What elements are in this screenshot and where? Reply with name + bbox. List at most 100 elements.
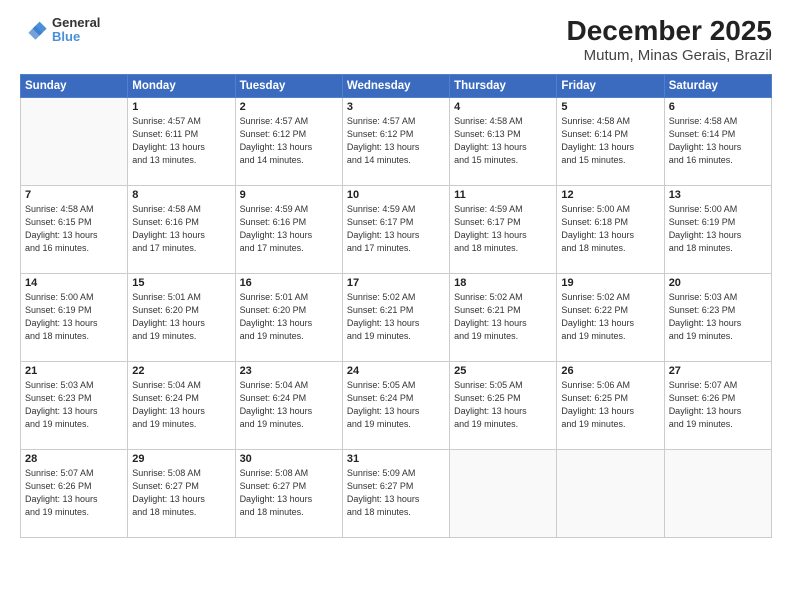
calendar-cell: 23 Sunrise: 5:04 AM Sunset: 6:24 PM Dayli… [235,361,342,449]
calendar-cell: 6Sunrise: 4:58 AM Sunset: 6:14 PM Daylig… [664,97,771,185]
logo-text: General Blue [52,16,100,45]
day-number: 15 [132,277,230,289]
logo-icon [20,16,48,44]
calendar-cell: 24 Sunrise: 5:05 AM Sunset: 6:24 PM Dayli… [342,361,449,449]
day-number: 16 [240,277,338,289]
week-row-3: 14Sunrise: 5:00 AM Sunset: 6:19 PM Dayli… [21,273,772,361]
cell-content: Sunrise: 5:03 AM Sunset: 6:23 PM Dayligh… [25,379,123,431]
calendar-cell: 3 Sunrise: 4:57 AM Sunset: 6:12 PM Daylig… [342,97,449,185]
weekday-header-row: SundayMondayTuesdayWednesdayThursdayFrid… [21,74,772,97]
cell-content: Sunrise: 4:57 AM Sunset: 6:12 PM Dayligh… [240,115,338,167]
weekday-header-sunday: Sunday [21,74,128,97]
cell-content: Sunrise: 5:07 AM Sunset: 6:26 PM Dayligh… [25,467,123,519]
cell-content: Sunrise: 5:04 AM Sunset: 6:24 PM Dayligh… [240,379,338,431]
calendar-cell: 11 Sunrise: 4:59 AM Sunset: 6:17 PM Dayli… [450,185,557,273]
calendar-cell: 28 Sunrise: 5:07 AM Sunset: 6:26 PM Dayli… [21,449,128,537]
day-number: 29 [132,453,230,465]
day-number: 21 [25,365,123,377]
cell-content: Sunrise: 4:58 AM Sunset: 6:14 PM Dayligh… [669,115,767,167]
weekday-header-friday: Friday [557,74,664,97]
calendar-cell: 22 Sunrise: 5:04 AM Sunset: 6:24 PM Dayli… [128,361,235,449]
day-number: 20 [669,277,767,289]
day-number: 23 [240,365,338,377]
calendar-cell [664,449,771,537]
day-number: 31 [347,453,445,465]
weekday-header-tuesday: Tuesday [235,74,342,97]
weekday-header-monday: Monday [128,74,235,97]
day-number: 22 [132,365,230,377]
calendar-cell: 17 Sunrise: 5:02 AM Sunset: 6:21 PM Dayli… [342,273,449,361]
calendar-cell: 26Sunrise: 5:06 AM Sunset: 6:25 PM Dayli… [557,361,664,449]
day-number: 1 [132,101,230,113]
calendar-cell: 15 Sunrise: 5:01 AM Sunset: 6:20 PM Dayli… [128,273,235,361]
calendar-cell: 9 Sunrise: 4:59 AM Sunset: 6:16 PM Daylig… [235,185,342,273]
calendar-cell: 25 Sunrise: 5:05 AM Sunset: 6:25 PM Dayli… [450,361,557,449]
cell-content: Sunrise: 4:58 AM Sunset: 6:14 PM Dayligh… [561,115,659,167]
cell-content: Sunrise: 5:05 AM Sunset: 6:24 PM Dayligh… [347,379,445,431]
cell-content: Sunrise: 5:02 AM Sunset: 6:21 PM Dayligh… [454,291,552,343]
calendar-cell: 4Sunrise: 4:58 AM Sunset: 6:13 PM Daylig… [450,97,557,185]
day-number: 27 [669,365,767,377]
day-number: 24 [347,365,445,377]
calendar-cell: 1 Sunrise: 4:57 AM Sunset: 6:11 PM Daylig… [128,97,235,185]
calendar-cell: 14Sunrise: 5:00 AM Sunset: 6:19 PM Dayli… [21,273,128,361]
calendar-cell [557,449,664,537]
calendar-cell: 10 Sunrise: 4:59 AM Sunset: 6:17 PM Dayli… [342,185,449,273]
cell-content: Sunrise: 4:57 AM Sunset: 6:12 PM Dayligh… [347,115,445,167]
cell-content: Sunrise: 4:59 AM Sunset: 6:17 PM Dayligh… [347,203,445,255]
weekday-header-thursday: Thursday [450,74,557,97]
week-row-2: 7Sunrise: 4:58 AM Sunset: 6:15 PM Daylig… [21,185,772,273]
header: General Blue December 2025 Mutum, Minas … [20,16,772,64]
cell-content: Sunrise: 5:04 AM Sunset: 6:24 PM Dayligh… [132,379,230,431]
day-number: 11 [454,189,552,201]
day-number: 10 [347,189,445,201]
cell-content: Sunrise: 5:08 AM Sunset: 6:27 PM Dayligh… [240,467,338,519]
day-number: 26 [561,365,659,377]
cell-content: Sunrise: 5:01 AM Sunset: 6:20 PM Dayligh… [132,291,230,343]
day-number: 8 [132,189,230,201]
cell-content: Sunrise: 5:05 AM Sunset: 6:25 PM Dayligh… [454,379,552,431]
week-row-1: 1 Sunrise: 4:57 AM Sunset: 6:11 PM Daylig… [21,97,772,185]
calendar-cell: 21 Sunrise: 5:03 AM Sunset: 6:23 PM Dayli… [21,361,128,449]
day-number: 28 [25,453,123,465]
day-number: 25 [454,365,552,377]
calendar-cell: 12Sunrise: 5:00 AM Sunset: 6:18 PM Dayli… [557,185,664,273]
cell-content: Sunrise: 4:59 AM Sunset: 6:16 PM Dayligh… [240,203,338,255]
calendar-cell: 19 Sunrise: 5:02 AM Sunset: 6:22 PM Dayli… [557,273,664,361]
calendar-cell: 2Sunrise: 4:57 AM Sunset: 6:12 PM Daylig… [235,97,342,185]
weekday-header-wednesday: Wednesday [342,74,449,97]
logo-line1: General [52,16,100,30]
cell-content: Sunrise: 5:07 AM Sunset: 6:26 PM Dayligh… [669,379,767,431]
day-number: 3 [347,101,445,113]
day-number: 13 [669,189,767,201]
calendar-cell: 5 Sunrise: 4:58 AM Sunset: 6:14 PM Daylig… [557,97,664,185]
cell-content: Sunrise: 5:00 AM Sunset: 6:19 PM Dayligh… [25,291,123,343]
day-number: 19 [561,277,659,289]
title-block: December 2025 Mutum, Minas Gerais, Brazi… [567,16,772,64]
calendar-cell: 18 Sunrise: 5:02 AM Sunset: 6:21 PM Dayli… [450,273,557,361]
cell-content: Sunrise: 5:02 AM Sunset: 6:22 PM Dayligh… [561,291,659,343]
day-number: 7 [25,189,123,201]
cell-content: Sunrise: 4:57 AM Sunset: 6:11 PM Dayligh… [132,115,230,167]
day-number: 30 [240,453,338,465]
page: General Blue December 2025 Mutum, Minas … [0,0,792,612]
day-number: 17 [347,277,445,289]
day-number: 5 [561,101,659,113]
logo: General Blue [20,16,100,45]
cell-content: Sunrise: 5:00 AM Sunset: 6:18 PM Dayligh… [561,203,659,255]
calendar-cell: 27 Sunrise: 5:07 AM Sunset: 6:26 PM Dayli… [664,361,771,449]
calendar-cell [21,97,128,185]
cell-content: Sunrise: 5:02 AM Sunset: 6:21 PM Dayligh… [347,291,445,343]
calendar-cell [450,449,557,537]
cell-content: Sunrise: 5:03 AM Sunset: 6:23 PM Dayligh… [669,291,767,343]
day-number: 18 [454,277,552,289]
cell-content: Sunrise: 4:58 AM Sunset: 6:13 PM Dayligh… [454,115,552,167]
calendar-cell: 29 Sunrise: 5:08 AM Sunset: 6:27 PM Dayli… [128,449,235,537]
calendar-cell: 7Sunrise: 4:58 AM Sunset: 6:15 PM Daylig… [21,185,128,273]
cell-content: Sunrise: 4:59 AM Sunset: 6:17 PM Dayligh… [454,203,552,255]
cell-content: Sunrise: 5:08 AM Sunset: 6:27 PM Dayligh… [132,467,230,519]
cell-content: Sunrise: 5:01 AM Sunset: 6:20 PM Dayligh… [240,291,338,343]
day-number: 9 [240,189,338,201]
logo-line2: Blue [52,30,100,44]
calendar-cell: 16 Sunrise: 5:01 AM Sunset: 6:20 PM Dayli… [235,273,342,361]
